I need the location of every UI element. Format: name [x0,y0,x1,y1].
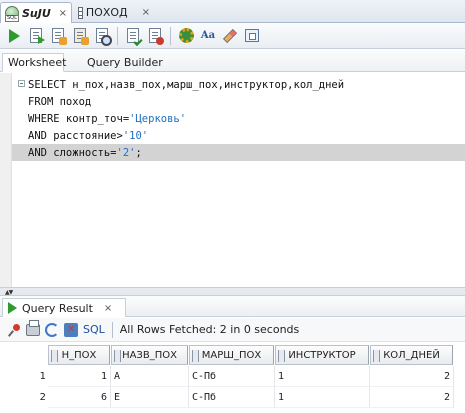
commit-icon [52,28,67,45]
result-grid: Н_ПОХ НАЗВ_ПОХ МАРШ_ПОХ ИНСТРУКТОР КОЛ_Д… [0,343,465,413]
column-header-label: ИНСТРУКТОР [288,349,356,361]
run-statement-icon [8,28,20,43]
sql-tuning-button[interactable] [177,27,195,45]
query-result-icon [8,302,17,314]
column-header-label: Н_ПОХ [61,349,97,361]
query-result-label: Query Result [22,301,93,315]
history-button[interactable] [243,27,261,45]
run-script-icon [30,28,45,44]
rollback-icon [74,28,89,45]
close-icon[interactable]: × [104,303,112,314]
run-statement-button[interactable] [5,27,23,45]
refresh-icon[interactable] [45,322,59,337]
code-line[interactable]: WHERE контр_точ= 'Церковь' [28,110,465,127]
change-case-button[interactable]: Aa [199,27,217,45]
code-line[interactable]: FROM поход [28,93,465,110]
toolbar-separator [111,321,113,338]
commit-button[interactable] [49,27,67,45]
run-script-button[interactable] [27,27,45,45]
column-header[interactable]: КОЛ_ДНЕЙ [370,345,453,365]
clear-button[interactable] [146,27,164,45]
table-cell[interactable]: 6 [48,387,111,408]
toolbar-separator [170,26,171,45]
table-cell[interactable]: Е [111,387,189,408]
code-token: ; [135,146,142,159]
column-grip-icon [192,350,199,362]
close-icon[interactable]: × [59,8,67,19]
explain-plan-button[interactable] [124,27,142,45]
column-header[interactable]: МАРШ_ПОХ [189,345,274,365]
column-grip-icon [278,350,285,362]
code-token: WHERE контр_точ= [28,112,130,125]
doc-tab-label: ПОХОД [85,6,128,19]
document-tab-bar: SuJU × ПОХОД × [0,0,465,23]
code-line[interactable]: AND расстояние> '10' [28,127,465,144]
column-grip-icon [373,350,380,362]
editor-mode-tabs: Worksheet Query Builder [0,50,465,72]
string-literal: '10' [122,129,149,142]
column-header-label: НАЗВ_ПОХ [122,349,177,361]
table-cell[interactable]: А [111,366,189,387]
column-header-label: КОЛ_ДНЕЙ [383,349,440,361]
table-cell[interactable]: С-Пб [189,366,275,387]
code-token: FROM поход [28,95,92,108]
eraser-icon [222,28,238,43]
splitter-arrows-icon[interactable]: ▲▼ [5,289,13,296]
code-line[interactable]: SELECT н_пох,назв_пох,марш_пох,инструкто… [28,76,465,93]
editor-gutter [0,73,12,287]
tab-query-builder[interactable]: Query Builder [82,53,168,72]
results-tab-bar: Query Result × [0,296,465,317]
print-icon[interactable] [26,319,40,336]
column-grip-icon [51,350,58,362]
table-cell[interactable]: С-Пб [189,387,275,408]
fetch-status: All Rows Fetched: 2 in 0 seconds [119,323,300,336]
doc-tab-pohod[interactable]: ПОХОД × [74,2,154,23]
results-toolbar: SQL All Rows Fetched: 2 in 0 seconds [0,318,465,342]
clear-icon [149,28,164,45]
tab-query-result[interactable]: Query Result × [2,298,126,317]
code-token: SELECT н_пох,назв_пох,марш_пох,инструкто… [28,78,345,91]
column-header[interactable]: ИНСТРУКТОР [275,345,369,365]
panel-splitter[interactable]: ▲▼ [0,287,465,296]
autotrace-icon [96,28,112,46]
string-literal: '2' [116,146,136,159]
table-cell[interactable]: 2 [370,366,454,387]
string-literal: 'Церковь' [129,112,187,125]
pin-icon[interactable] [9,323,21,336]
change-case-icon: Aa [200,30,216,41]
table-icon [78,6,83,19]
worksheet-toolbar: Aa [0,23,465,49]
column-grip-icon [114,350,121,362]
table-cell[interactable]: 2 [370,387,454,408]
table-cell[interactable]: 1 [275,387,370,408]
toolbar-separator [117,26,118,45]
table-cell[interactable]: 1 [275,366,370,387]
code-token: AND расстояние> [28,129,123,142]
sql-worksheet-icon [5,6,19,22]
autotrace-button[interactable] [93,27,112,46]
gear-icon [178,28,194,43]
code-line[interactable]: AND сложность= '2'; [12,144,465,161]
rollback-button[interactable] [71,27,89,45]
close-icon[interactable]: × [142,7,150,18]
row-number: 2 [39,392,46,403]
tab-worksheet[interactable]: Worksheet [2,53,66,72]
explain-plan-icon [127,28,139,43]
sql-link[interactable]: SQL [83,323,105,336]
code-token: AND сложность= [28,146,117,159]
sql-editor[interactable]: SELECT н_пох,назв_пох,марш_пох,инструкто… [0,73,465,287]
table-cell[interactable]: 1 [48,366,111,387]
fold-toggle-icon[interactable] [18,80,25,87]
row-number: 1 [39,371,46,382]
cancel-query-icon[interactable] [64,322,78,337]
clear-editor-button[interactable] [221,27,239,45]
doc-tab-label: SuJU [22,6,51,20]
doc-tab-suju[interactable]: SuJU × [0,2,72,23]
column-header-label: МАРШ_ПОХ [201,349,262,361]
history-icon [245,29,259,42]
column-header[interactable]: НАЗВ_ПОХ [111,345,188,365]
column-header[interactable]: Н_ПОХ [48,345,110,365]
